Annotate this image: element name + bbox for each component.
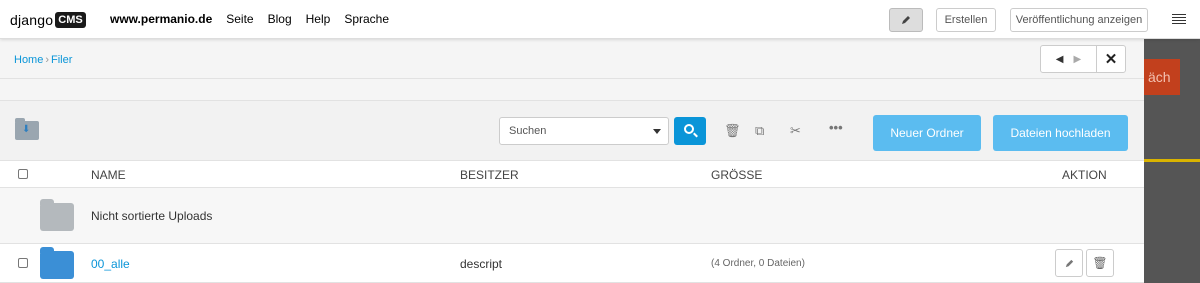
header-name[interactable]: NAME — [91, 168, 126, 182]
menu-item-seite[interactable]: Seite — [226, 12, 253, 26]
menu-item-sprache[interactable]: Sprache — [344, 12, 389, 26]
delete-folder-button[interactable]: 🗑 — [1086, 249, 1114, 277]
copy-icon[interactable]: ⧉ — [755, 123, 764, 139]
create-button[interactable]: Erstellen — [936, 8, 996, 32]
django-cms-logo[interactable]: django CMS — [10, 10, 86, 30]
search-button[interactable] — [674, 117, 706, 145]
unsorted-uploads-row[interactable]: Nicht sortierte Uploads — [0, 188, 1144, 244]
table-header: NAME BESITZER GRÖSSE AKTION — [0, 161, 1144, 188]
triangle-right-icon[interactable]: ▶ — [1074, 54, 1082, 65]
modal-header: Home › Filer ◀ ▶ ✕ — [0, 39, 1144, 79]
edit-mode-button[interactable] — [889, 8, 923, 32]
folder-size: (4 Ordner, 0 Dateien) — [711, 258, 805, 269]
folder-download-icon[interactable]: ⬇ — [15, 118, 39, 140]
action-bar: ⬇ Suchen 🗑 ⧉ ✂ ••• Neuer Ordner Dateien … — [0, 101, 1144, 161]
breadcrumb-home[interactable]: Home — [14, 54, 43, 66]
select-all-checkbox[interactable] — [18, 169, 28, 179]
header-owner[interactable]: BESITZER — [460, 168, 519, 182]
pencil-icon — [1065, 259, 1073, 267]
scissors-icon[interactable]: ✂ — [790, 123, 801, 139]
modal-subheader — [0, 79, 1144, 101]
trash-icon[interactable]: 🗑 — [724, 123, 741, 139]
search-placeholder: Suchen — [509, 125, 547, 137]
folder-name-link[interactable]: 00_alle — [91, 257, 130, 271]
breadcrumb-current[interactable]: Filer — [51, 54, 72, 66]
edit-folder-button[interactable] — [1055, 249, 1083, 277]
search-select[interactable]: Suchen — [499, 117, 669, 145]
unsorted-uploads-name[interactable]: Nicht sortierte Uploads — [91, 209, 212, 223]
toolbar-menu: www.permanio.de Seite Blog Help Sprache — [110, 12, 403, 26]
view-published-button[interactable]: Veröffentlichung anzeigen — [1010, 8, 1148, 32]
chevron-down-icon — [653, 129, 661, 134]
folder-icon — [40, 199, 74, 231]
header-size[interactable]: GRÖSSE — [711, 168, 762, 182]
trash-icon: 🗑 — [1092, 256, 1108, 270]
row-checkbox[interactable] — [18, 258, 28, 268]
filer-modal: Home › Filer ◀ ▶ ✕ ⬇ Suchen 🗑 ⧉ ✂ ••• Neue… — [0, 39, 1144, 283]
cms-toolbar: django CMS www.permanio.de Seite Blog He… — [0, 0, 1200, 39]
page-backdrop: äch — [1144, 39, 1200, 283]
menu-item-blog[interactable]: Blog — [268, 12, 292, 26]
header-action: AKTION — [1062, 168, 1107, 182]
upload-files-button[interactable]: Dateien hochladen — [993, 115, 1128, 151]
breadcrumb-separator: › — [45, 54, 50, 66]
partial-page-button: äch — [1144, 59, 1180, 95]
breadcrumb: Home › Filer — [14, 54, 72, 66]
menu-item-help[interactable]: Help — [306, 12, 331, 26]
page-accent-bar — [1144, 159, 1200, 162]
folder-owner: descript — [460, 257, 503, 271]
pencil-icon — [902, 16, 910, 24]
logo-badge: CMS — [55, 12, 86, 28]
more-icon[interactable]: ••• — [829, 120, 843, 135]
hamburger-menu-icon[interactable] — [1172, 14, 1186, 26]
logo-text: django — [10, 12, 54, 28]
new-folder-button[interactable]: Neuer Ordner — [873, 115, 981, 151]
triangle-left-icon[interactable]: ◀ — [1056, 54, 1064, 65]
menu-item-site[interactable]: www.permanio.de — [110, 12, 212, 26]
table-row[interactable]: 00_alle descript (4 Ordner, 0 Dateien) 🗑 — [0, 244, 1144, 283]
folder-icon — [40, 247, 74, 279]
modal-nav: ◀ ▶ — [1041, 46, 1097, 72]
modal-controls: ◀ ▶ ✕ — [1040, 45, 1126, 73]
close-icon[interactable]: ✕ — [1097, 46, 1125, 72]
